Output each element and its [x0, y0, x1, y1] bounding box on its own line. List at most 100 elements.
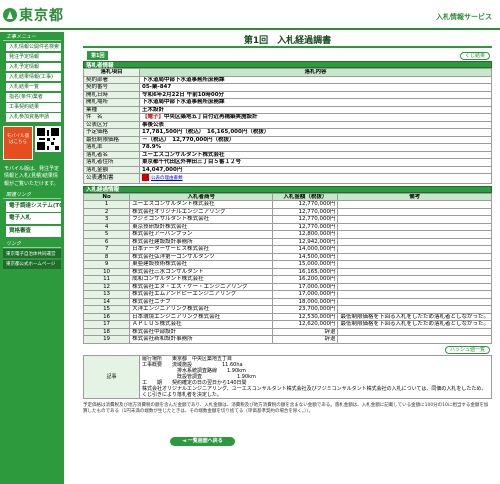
round-label: 第1回: [87, 51, 109, 60]
bid-no: 9: [82, 260, 131, 269]
bid-note: [337, 290, 492, 299]
bidder-name: 株式会社ニチフ: [129, 297, 274, 306]
bid-no: 10: [82, 267, 131, 276]
hash-list-button[interactable]: ハッシュ値一覧: [444, 345, 490, 354]
mobile-link[interactable]: モバイル版 はこちら: [3, 125, 33, 160]
bid-note: [337, 335, 492, 344]
bid-row: 3 フジミコンサルタント株式会社 12,770,000円: [82, 215, 492, 224]
sidebar-menu-title: 工事メニュー: [3, 32, 61, 41]
bid-amount: 12,770,000円: [272, 215, 339, 224]
title-divider: [83, 46, 492, 48]
qr-cell: [39, 137, 45, 140]
sidebar-item[interactable]: 指名(条件)業者: [3, 93, 61, 102]
bid-amount: 12,770,000円: [272, 207, 339, 216]
info-row: 契約番号 05-業-847: [83, 83, 492, 92]
bid-row: 19 株式会社新和設計事務所 辞退: [82, 335, 492, 344]
bid-row: 13 株式会社エムアンドピーエンジニアリング 17,000,000円: [82, 290, 492, 299]
info-value-text: －（税込） 12,770,000円（税抜）: [142, 136, 235, 143]
info-value: 【電子】中央区築地五丁目付近再構築実施設計: [139, 113, 492, 122]
sidebar-item[interactable]: 入札情報公開件名検索: [3, 42, 61, 52]
nav-row: 第1回 くじ結果: [83, 51, 492, 61]
logo-text: 東京都: [19, 8, 64, 24]
bid-no: 7: [82, 245, 131, 254]
bidder-name: 株式会社エヌ・エス・ケー・エンジニアリング: [129, 282, 274, 291]
bid-row: 9 東亜建設技術株式会社 15,000,000円: [82, 260, 492, 269]
bid-note: [337, 222, 492, 231]
related-link[interactable]: 東京電子自治体共同運営: [3, 249, 61, 259]
bid-row: 2 株式会社オリジナルエンジニアリング 12,770,000円: [82, 207, 492, 216]
info-row: 開札場所 下水道局中部下水道事務所庶務課: [83, 98, 492, 107]
bid-row: 18 株式会社中部設計 辞退: [82, 327, 492, 336]
bid-note: [337, 305, 492, 314]
info-row: 件 名【電子】中央区築地五丁目付近再構築実施設計: [83, 113, 492, 122]
bid-note: [337, 267, 492, 276]
sidebar-item[interactable]: 入札結果情報(工事): [3, 72, 61, 82]
info-row: 落札者名 ユーエスコンサルタント株式会社: [83, 150, 492, 159]
info-row: 落札者住所 東京都千代田区外神田三丁目５番１２号: [83, 158, 492, 167]
sidebar: 工事メニュー 入札情報公開件名検索 発注予定情報 入札予定情報 入札結果情報(工事) 入…: [0, 32, 64, 484]
bid-note: [337, 275, 492, 284]
bidder-name: 大洋エンジニアリング株式会社: [129, 305, 274, 314]
info-value: 17,781,500円（税込） 16,165,000円（税抜）: [139, 128, 492, 137]
bid-amount: 辞退: [272, 335, 339, 344]
bid-row: 1 ユーエスコンサルタント株式会社 12,770,000円: [82, 200, 492, 209]
bid-amount: 14,500,000円: [272, 252, 339, 261]
bid-table: No 入札者商号 入札金額（税抜） 備考 1 ユーエスコンサルタント株式会社 12,…: [82, 192, 492, 344]
sidebar-item[interactable]: 入札結果一覧: [3, 82, 61, 92]
bid-no: 2: [82, 207, 131, 216]
bid-amount: 12,620,000円: [272, 320, 339, 329]
back-to-list-button[interactable]: ◄ 一覧画面へ戻る: [170, 437, 235, 446]
sidebar-item[interactable]: 入札予定情報: [3, 62, 61, 72]
qr-cell: [51, 127, 59, 136]
qr-cell: [51, 141, 54, 145]
bid-note: [337, 260, 492, 269]
bid-amount: 16,200,000円: [272, 275, 339, 284]
related-link[interactable]: 東京都公式ホームページ: [3, 259, 61, 269]
qr-cell: [47, 145, 49, 150]
lottery-result-button[interactable]: くじ結果: [459, 52, 490, 60]
info-value: 下水道局中部下水道事務所庶務課: [139, 98, 492, 107]
bid-no: 19: [82, 335, 131, 344]
bid-note: [337, 282, 492, 291]
bid-no: 4: [82, 222, 131, 231]
info-value: 78.9%: [139, 143, 492, 152]
bidder-name: 株式会社アーバンプラン: [129, 230, 274, 239]
bid-no: 6: [82, 237, 131, 246]
bid-amount: 12,770,000円: [272, 222, 339, 231]
bid-row: 14 株式会社ニチフ 18,000,000円: [82, 297, 492, 306]
bid-amount: 17,000,000円: [272, 290, 339, 299]
bidder-name: 株式会社建設設計事務所: [129, 237, 274, 246]
bid-no: 16: [82, 312, 131, 321]
bid-note: [337, 230, 492, 239]
sidebar-link[interactable]: 電子調達システム(TOP): [3, 200, 61, 212]
bid-amount: 16,165,000円: [272, 267, 339, 276]
bid-header-name: 入札者商号: [129, 192, 274, 201]
info-row: 最低制限価格 －（税込） 12,770,000円（税抜）: [83, 135, 492, 144]
bid-no: 17: [82, 320, 131, 329]
bid-row: 6 株式会社建設設計事務所 12,942,000円: [82, 237, 492, 246]
mobile-section: モバイル版 はこちら: [3, 125, 61, 160]
info-value-text: 78.9%: [142, 144, 162, 150]
notice-link[interactable]: 公表の理由書類: [151, 176, 183, 181]
info-value-text: 17,781,500円（税込） 16,165,000円（税抜）: [142, 129, 270, 135]
info-value: 事後公表: [139, 120, 492, 129]
bidder-name: フジミコンサルタント株式会社: [129, 215, 274, 224]
bidder-name: 株式会社新和設計事務所: [129, 335, 274, 344]
remarks-table: 記事 履行場所 東京都 中央区築地五丁目 工事概要 流域施設 11.60ha 排水…: [83, 354, 492, 399]
sidebar-item[interactable]: 発注予定情報: [3, 52, 61, 62]
bid-no: 3: [82, 215, 131, 224]
bid-note: [337, 252, 492, 261]
tokyo-logo[interactable]: 東京都: [3, 6, 64, 24]
info-label: 落札率: [83, 143, 140, 152]
sidebar-link[interactable]: 電子入札: [3, 213, 61, 225]
bid-note: [337, 297, 492, 306]
sidebar-item[interactable]: 工事契約結果: [3, 103, 61, 112]
bid-no: 18: [82, 327, 131, 336]
bidder-name: ユーエスコンサルタント株式会社: [129, 200, 274, 209]
bid-note: [337, 245, 492, 254]
sidebar-item[interactable]: 入札参加資格申請: [3, 113, 61, 122]
bid-row: 15 大洋エンジニアリング株式会社 23,700,000円: [82, 305, 492, 314]
info-header-item: 落札項目: [83, 68, 140, 77]
bid-row: 5 株式会社アーバンプラン 12,800,000円: [82, 230, 492, 239]
sidebar-link[interactable]: 資格審査: [3, 226, 61, 238]
